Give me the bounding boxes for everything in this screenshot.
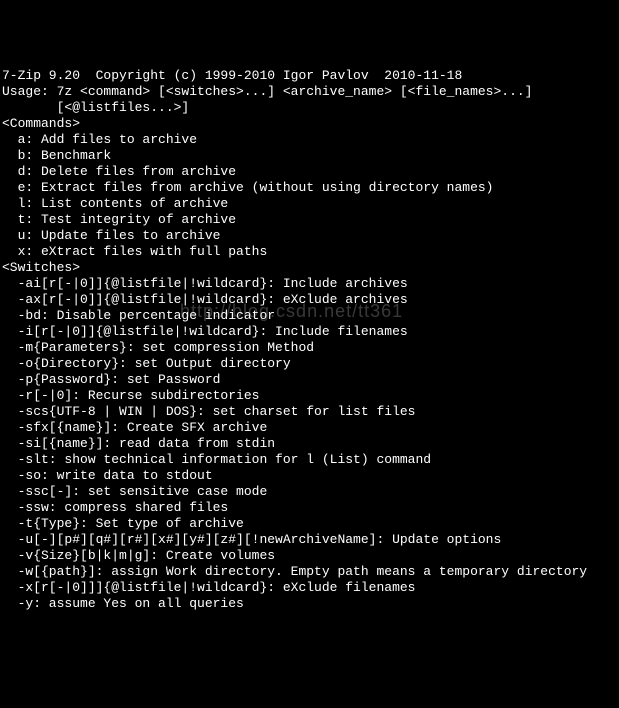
terminal-line: -i[r[-|0]]{@listfile|!wildcard}: Include… bbox=[2, 324, 617, 340]
terminal-line: [<@listfiles...>] bbox=[2, 100, 617, 116]
terminal-line: -r[-|0]: Recurse subdirectories bbox=[2, 388, 617, 404]
terminal-line: -si[{name}]: read data from stdin bbox=[2, 436, 617, 452]
terminal-line: -so: write data to stdout bbox=[2, 468, 617, 484]
terminal-line: -t{Type}: Set type of archive bbox=[2, 516, 617, 532]
terminal-line: -u[-][p#][q#][r#][x#][y#][z#][!newArchiv… bbox=[2, 532, 617, 548]
terminal-line: -w[{path}]: assign Work directory. Empty… bbox=[2, 564, 617, 580]
terminal-output: 7-Zip 9.20 Copyright (c) 1999-2010 Igor … bbox=[2, 68, 617, 612]
terminal-line: -ai[r[-|0]]{@listfile|!wildcard}: Includ… bbox=[2, 276, 617, 292]
terminal-line: u: Update files to archive bbox=[2, 228, 617, 244]
terminal-line: -y: assume Yes on all queries bbox=[2, 596, 617, 612]
terminal-line: d: Delete files from archive bbox=[2, 164, 617, 180]
terminal-line: x: eXtract files with full paths bbox=[2, 244, 617, 260]
terminal-line: -p{Password}: set Password bbox=[2, 372, 617, 388]
terminal-line: -slt: show technical information for l (… bbox=[2, 452, 617, 468]
terminal-line: <Commands> bbox=[2, 116, 617, 132]
terminal-line: b: Benchmark bbox=[2, 148, 617, 164]
terminal-line: -scs{UTF-8 | WIN | DOS}: set charset for… bbox=[2, 404, 617, 420]
terminal-line: l: List contents of archive bbox=[2, 196, 617, 212]
terminal-line: -v{Size}[b|k|m|g]: Create volumes bbox=[2, 548, 617, 564]
terminal-line: -o{Directory}: set Output directory bbox=[2, 356, 617, 372]
terminal-line: -bd: Disable percentage indicator bbox=[2, 308, 617, 324]
terminal-line: -ax[r[-|0]]{@listfile|!wildcard}: eXclud… bbox=[2, 292, 617, 308]
terminal-line: <Switches> bbox=[2, 260, 617, 276]
terminal-line: -x[r[-|0]]]{@listfile|!wildcard}: eXclud… bbox=[2, 580, 617, 596]
terminal-line: -ssw: compress shared files bbox=[2, 500, 617, 516]
terminal-line: -sfx[{name}]: Create SFX archive bbox=[2, 420, 617, 436]
terminal-line: -m{Parameters}: set compression Method bbox=[2, 340, 617, 356]
terminal-line: 7-Zip 9.20 Copyright (c) 1999-2010 Igor … bbox=[2, 68, 617, 84]
terminal-line: a: Add files to archive bbox=[2, 132, 617, 148]
terminal-line: Usage: 7z <command> [<switches>...] <arc… bbox=[2, 84, 617, 100]
terminal-line: t: Test integrity of archive bbox=[2, 212, 617, 228]
terminal-line: e: Extract files from archive (without u… bbox=[2, 180, 617, 196]
terminal-line: -ssc[-]: set sensitive case mode bbox=[2, 484, 617, 500]
